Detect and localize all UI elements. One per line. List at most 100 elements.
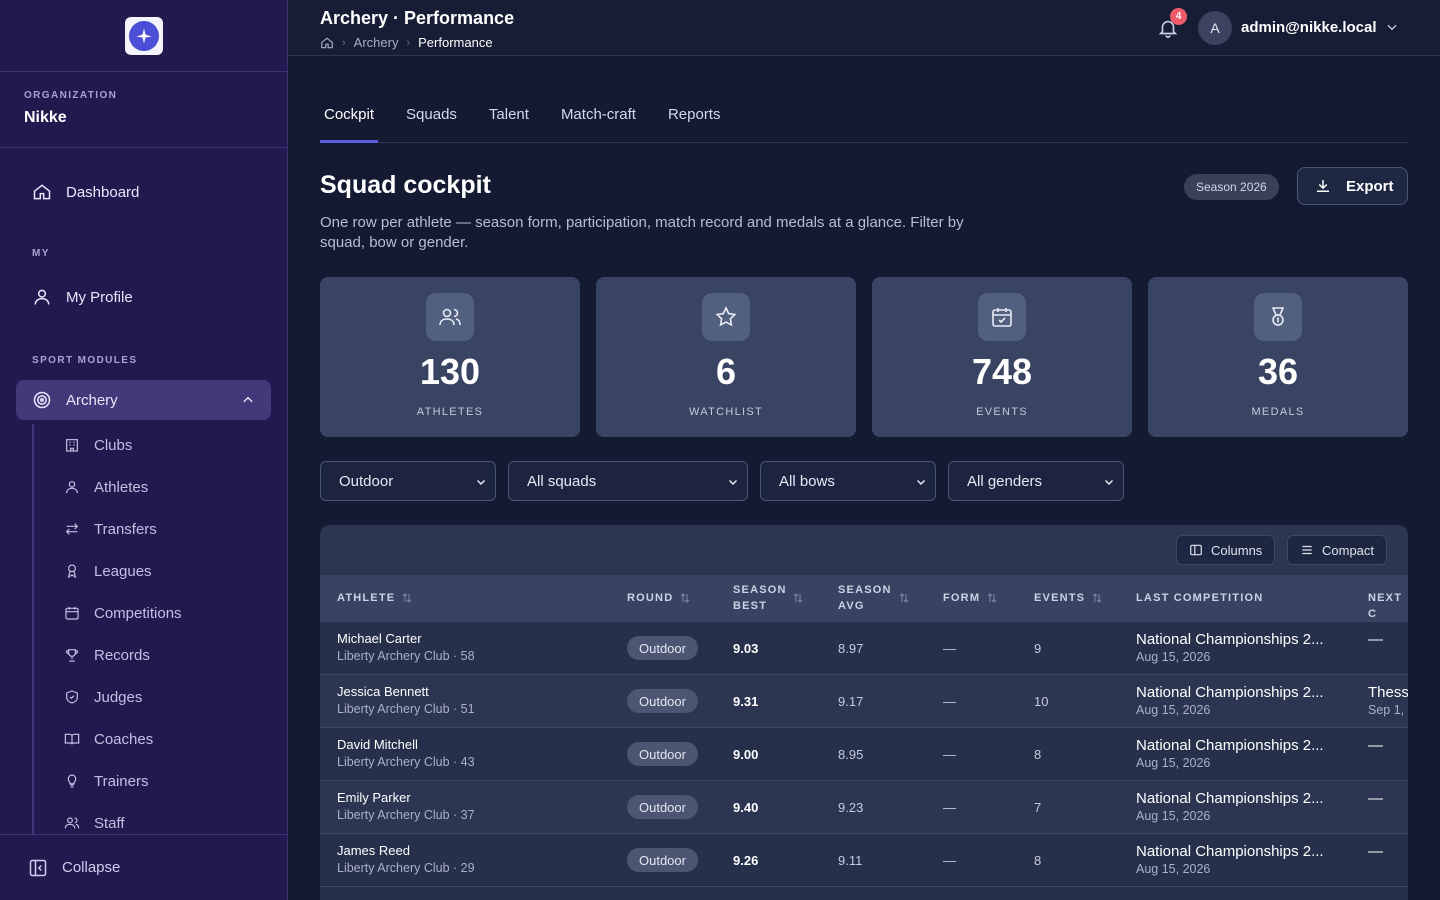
season-avg: 8.95 — [838, 747, 864, 762]
athlete-club: Liberty Archery Club · 58 — [337, 649, 475, 663]
sidebar-item-athletes[interactable]: Athletes — [34, 466, 271, 508]
sidebar-item-records[interactable]: Records — [34, 634, 271, 676]
chevron-right-icon: › — [406, 36, 411, 49]
page-title: Squad cockpit — [320, 171, 491, 199]
sort-icon — [680, 593, 690, 603]
col-season-best-label-2: BEST — [733, 600, 768, 612]
next-competition-name[interactable]: — — [1368, 737, 1383, 754]
sidebar-item-competitions[interactable]: Competitions — [34, 592, 271, 634]
tab-squads[interactable]: Squads — [402, 96, 461, 143]
book-icon — [64, 733, 80, 745]
gender-select[interactable]: All genders — [948, 461, 1124, 501]
sidebar-item-clubs[interactable]: Clubs — [34, 424, 271, 466]
last-competition-cell: National Championships 2... Aug 15, 2026 — [1136, 737, 1324, 770]
calendar-icon — [65, 607, 79, 620]
chevron-down-icon[interactable] — [1385, 20, 1399, 34]
last-competition-name[interactable]: National Championships 2... — [1136, 684, 1324, 701]
logo[interactable] — [124, 16, 163, 55]
athlete-cell: Michael Carter Liberty Archery Club · 58 — [337, 631, 475, 663]
last-competition-date: Aug 15, 2026 — [1136, 862, 1211, 876]
round-pill: Outdoor — [627, 795, 698, 819]
squad-select[interactable]: All squads — [508, 461, 748, 501]
tab-talent[interactable]: Talent — [485, 96, 533, 143]
next-competition-date: Sep 1, 2 — [1368, 703, 1408, 717]
sidebar-item-label: Trainers — [94, 772, 149, 790]
sort-icon — [987, 593, 997, 603]
sidebar-item-trainers[interactable]: Trainers — [34, 760, 271, 802]
col-next-competition[interactable]: NEXT C — [1368, 590, 1408, 622]
page-header-title: Archery · Performance — [320, 8, 515, 28]
columns-icon — [1190, 544, 1202, 556]
tab-match-craft[interactable]: Match-craft — [557, 96, 640, 143]
col-athlete[interactable]: ATHLETE — [337, 590, 413, 606]
star-icon — [702, 293, 750, 341]
last-competition-name[interactable]: National Championships 2... — [1136, 843, 1324, 860]
export-button[interactable]: Export — [1297, 167, 1408, 205]
nav-archery[interactable]: Archery — [16, 380, 271, 420]
col-last-competition[interactable]: LAST COMPETITION — [1136, 590, 1263, 606]
columns-button[interactable]: Columns — [1176, 535, 1276, 565]
user-email[interactable]: admin@nikke.local — [1241, 19, 1377, 36]
tab-reports[interactable]: Reports — [664, 96, 725, 143]
athlete-cell: David Mitchell Liberty Archery Club · 43 — [337, 737, 475, 769]
next-competition-cell: Thess Sep 1, 2 — [1368, 684, 1408, 717]
export-label: Export — [1346, 177, 1394, 195]
trophy-icon — [65, 649, 79, 662]
table-header: ATHLETE ROUND SEASON BEST SEASON AVG FORM … — [320, 575, 1408, 621]
next-competition-name[interactable]: Thess — [1368, 684, 1408, 701]
nav-my-profile[interactable]: My Profile — [16, 277, 271, 317]
round-select[interactable]: Outdoor — [320, 461, 496, 501]
sidebar-item-transfers[interactable]: Transfers — [34, 508, 271, 550]
season-avg: 9.23 — [838, 800, 864, 815]
table-row[interactable]: Emily Parker Liberty Archery Club · 37 Out… — [320, 780, 1408, 833]
sidebar-item-leagues[interactable]: Leagues — [34, 550, 271, 592]
stat-card-watchlist: 6 WATCHLIST — [596, 277, 856, 437]
sidebar-item-label: Leagues — [94, 562, 152, 580]
tab-cockpit[interactable]: Cockpit — [320, 96, 379, 143]
compact-button[interactable]: Compact — [1287, 535, 1388, 565]
col-season-avg[interactable]: SEASON AVG — [838, 582, 892, 614]
athlete-name[interactable]: Jessica Bennett — [337, 684, 475, 699]
athlete-name[interactable]: David Mitchell — [337, 737, 475, 752]
last-competition-name[interactable]: National Championships 2... — [1136, 737, 1324, 754]
next-competition-name[interactable]: — — [1368, 790, 1383, 807]
events-count: 8 — [1034, 747, 1042, 762]
last-competition-name[interactable]: National Championships 2... — [1136, 631, 1324, 648]
next-competition-name[interactable]: — — [1368, 843, 1383, 860]
col-events[interactable]: EVENTS — [1034, 590, 1103, 606]
columns-label: Columns — [1211, 542, 1263, 558]
table-row[interactable] — [320, 886, 1408, 900]
collapse-button[interactable]: Collapse — [0, 834, 287, 900]
season-badge: Season 2026 — [1184, 174, 1279, 200]
table-row[interactable]: Michael Carter Liberty Archery Club · 58 O… — [320, 621, 1408, 674]
table-row[interactable]: David Mitchell Liberty Archery Club · 43 O… — [320, 727, 1408, 780]
col-round[interactable]: ROUND — [627, 590, 691, 606]
org-label: ORGANIZATION — [24, 90, 118, 101]
main-content: Cockpit Squads Talent Match-craft Report… — [320, 56, 1408, 900]
nav-dashboard[interactable]: Dashboard — [16, 172, 271, 212]
athlete-name[interactable]: Emily Parker — [337, 790, 475, 805]
events-count: 7 — [1034, 800, 1042, 815]
athlete-club: Liberty Archery Club · 37 — [337, 808, 475, 822]
athlete-name[interactable]: Michael Carter — [337, 631, 475, 646]
col-events-label: EVENTS — [1034, 592, 1086, 604]
sidebar-item-judges[interactable]: Judges — [34, 676, 271, 718]
table-row[interactable]: James Reed Liberty Archery Club · 29 Outdo… — [320, 833, 1408, 886]
athlete-club: Liberty Archery Club · 51 — [337, 702, 475, 716]
avatar[interactable]: A — [1198, 11, 1232, 45]
sidebar-item-coaches[interactable]: Coaches — [34, 718, 271, 760]
breadcrumb: › Archery › Performance — [320, 35, 493, 50]
tab-bar: Cockpit Squads Talent Match-craft Report… — [320, 96, 1408, 143]
sidebar-collapse-icon — [29, 859, 47, 876]
next-competition-name[interactable]: — — [1368, 631, 1383, 648]
col-season-best[interactable]: SEASON BEST — [733, 582, 787, 614]
table-row[interactable]: Jessica Bennett Liberty Archery Club · 51… — [320, 674, 1408, 727]
nav-archery-label: Archery — [66, 391, 118, 409]
bow-select[interactable]: All bows — [760, 461, 936, 501]
home-icon[interactable] — [320, 36, 334, 50]
athlete-name[interactable]: James Reed — [337, 843, 475, 858]
last-competition-name[interactable]: National Championships 2... — [1136, 790, 1324, 807]
breadcrumb-archery[interactable]: Archery — [354, 35, 399, 50]
col-next-label: NEXT C — [1368, 592, 1403, 620]
col-form[interactable]: FORM — [943, 590, 998, 606]
